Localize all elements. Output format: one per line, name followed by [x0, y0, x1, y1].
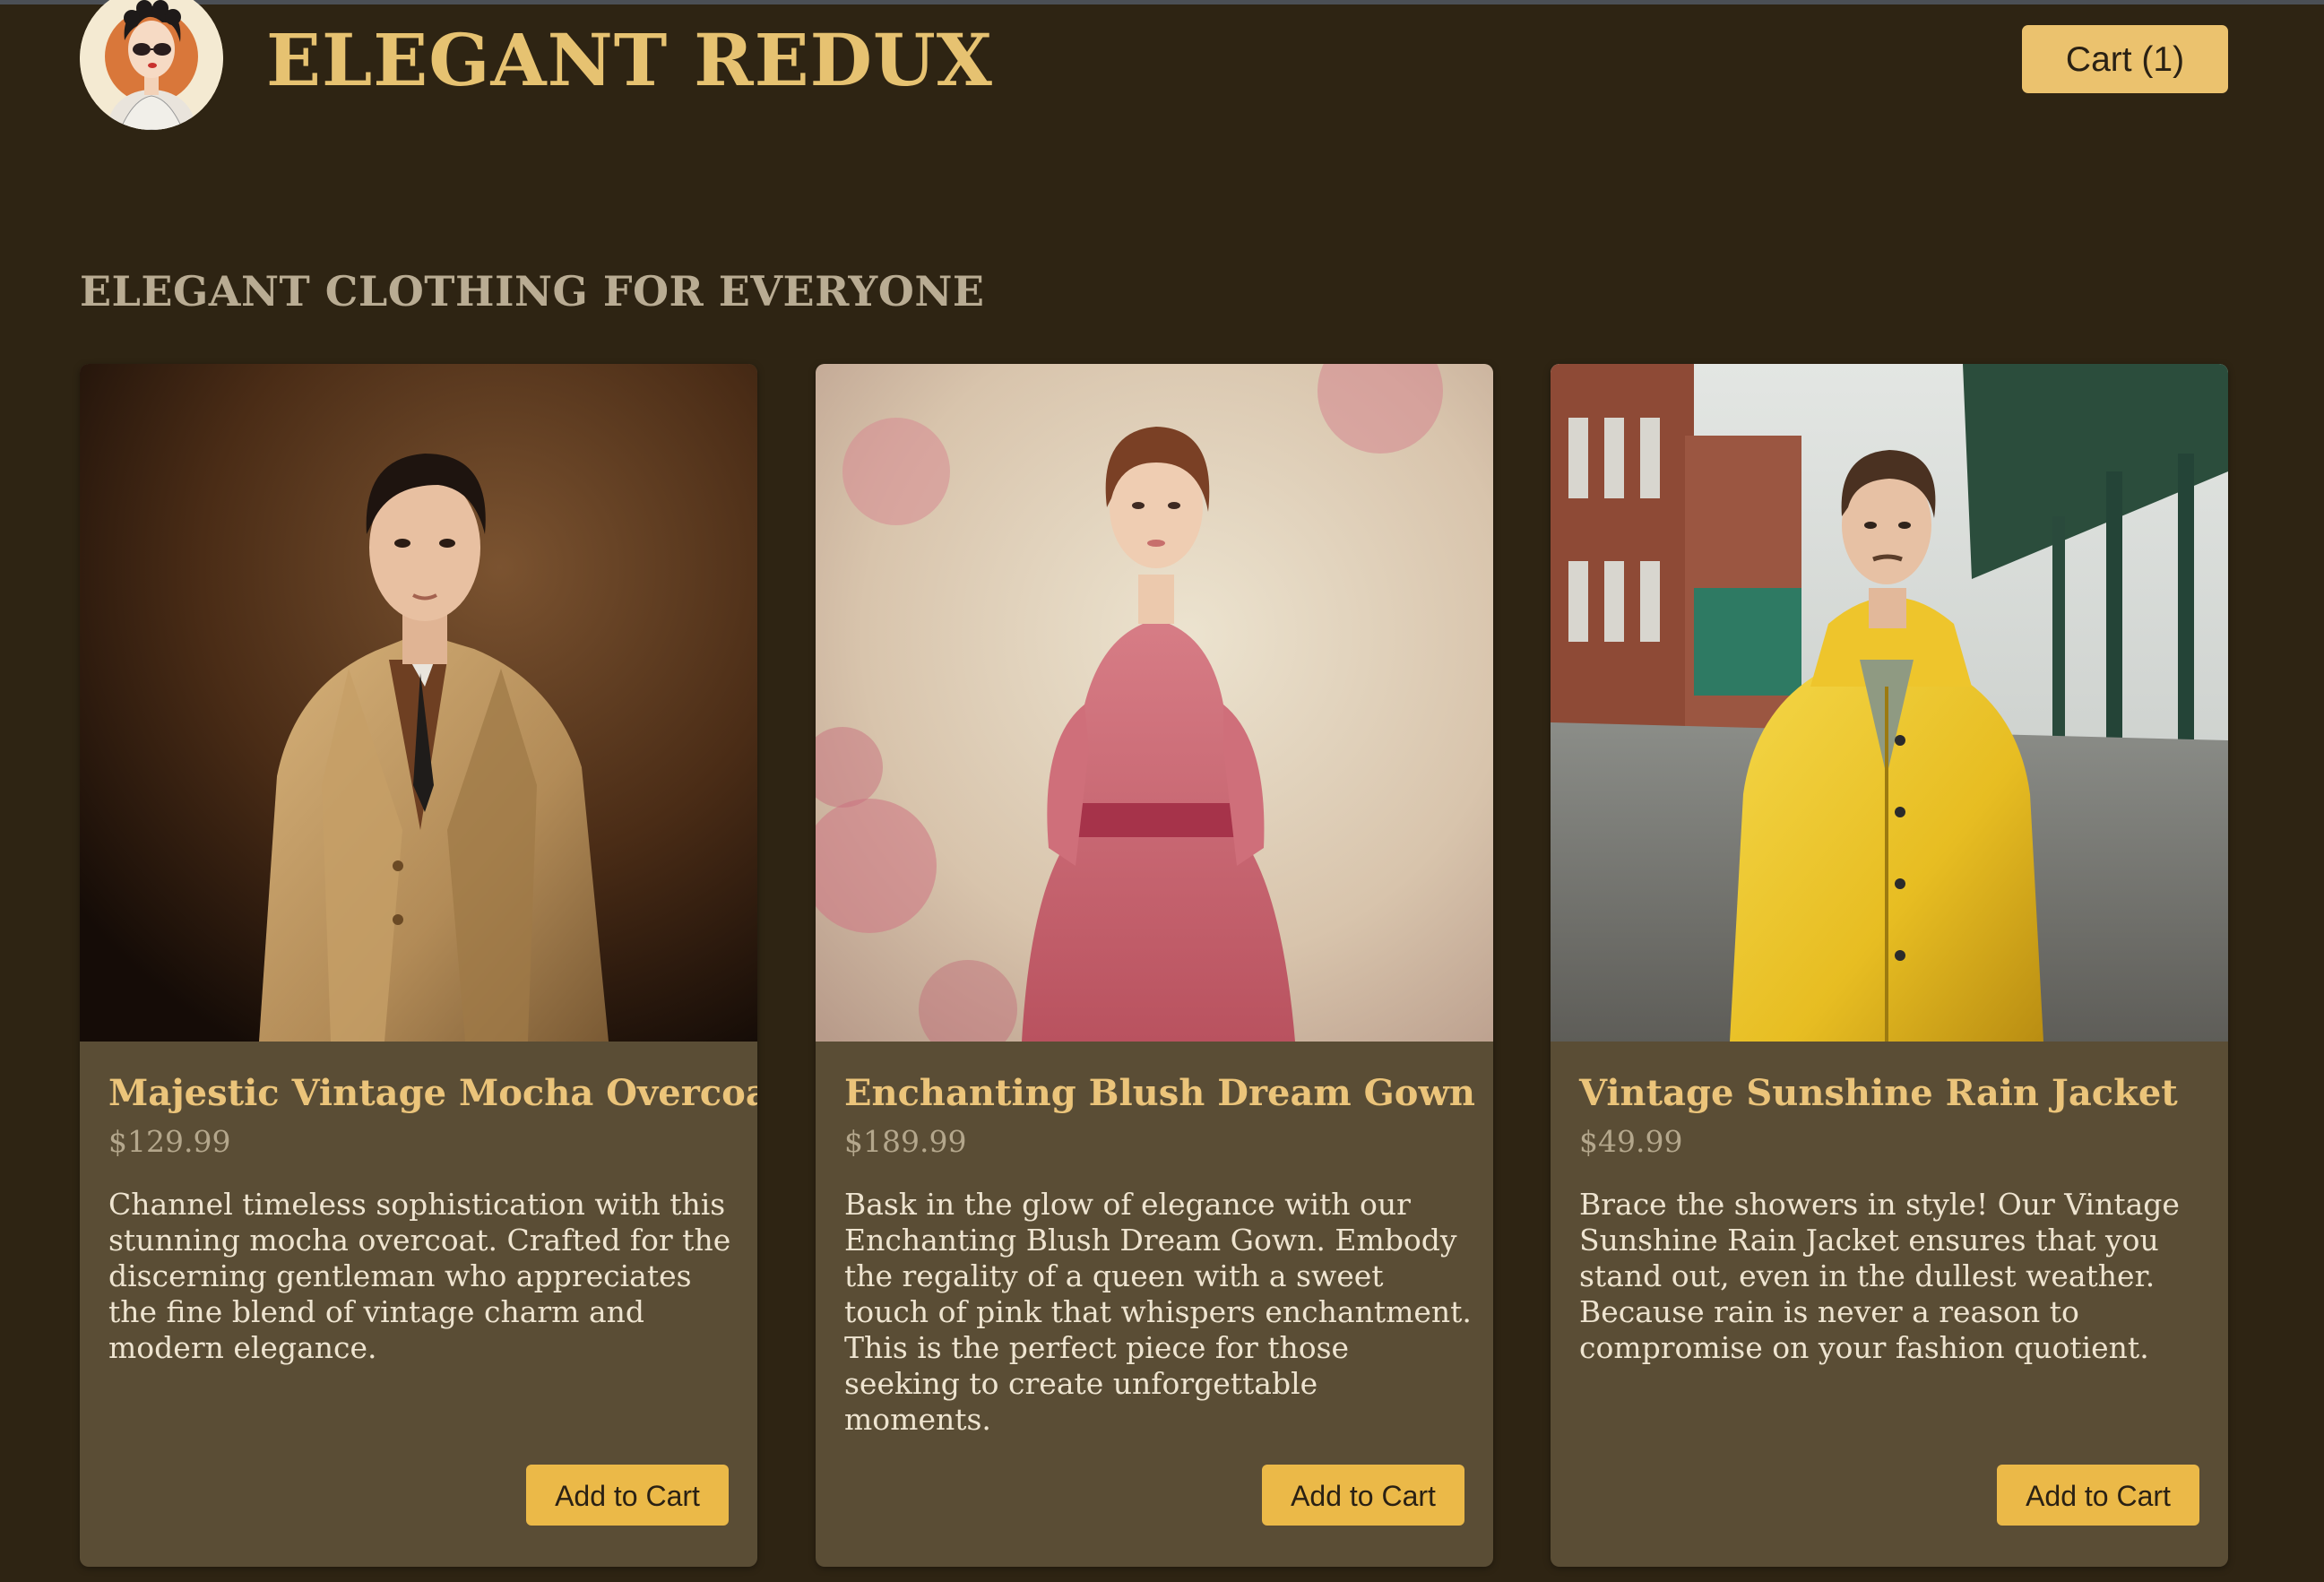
cart-button[interactable]: Cart (1) — [2022, 25, 2228, 93]
product-description: Bask in the glow of elegance with our En… — [844, 1187, 1472, 1437]
product-card: Vintage Sunshine Rain Jacket $49.99 Brac… — [1551, 364, 2228, 1567]
product-price: $49.99 — [1579, 1124, 1683, 1159]
product-description: Brace the showers in style! Our Vintage … — [1579, 1187, 2180, 1365]
product-image[interactable] — [816, 364, 1493, 1042]
product-price: $189.99 — [844, 1124, 967, 1159]
brand-title[interactable]: ELEGANT REDUX — [266, 11, 993, 109]
product-name[interactable]: Vintage Sunshine Rain Jacket — [1579, 1072, 2207, 1114]
product-price: $129.99 — [108, 1124, 231, 1159]
browser-top-edge — [0, 0, 2324, 4]
product-name[interactable]: Enchanting Blush Dream Gown — [844, 1072, 1475, 1114]
brand-logo-icon[interactable] — [80, 0, 223, 130]
product-image[interactable] — [80, 364, 757, 1042]
add-to-cart-button[interactable]: Add to Cart — [1997, 1465, 2199, 1526]
product-name[interactable]: Majestic Vintage Mocha Overcoat — [108, 1072, 757, 1114]
add-to-cart-button[interactable]: Add to Cart — [1262, 1465, 1464, 1526]
product-image[interactable] — [1551, 364, 2228, 1042]
add-to-cart-button[interactable]: Add to Cart — [526, 1465, 729, 1526]
product-card: Enchanting Blush Dream Gown $189.99 Bask… — [816, 364, 1493, 1567]
product-description: Channel timeless sophistication with thi… — [108, 1187, 731, 1365]
section-title: ELEGANT CLOTHING FOR EVERYONE — [80, 267, 985, 316]
product-card: Majestic Vintage Mocha Overcoat $129.99 … — [80, 364, 757, 1567]
